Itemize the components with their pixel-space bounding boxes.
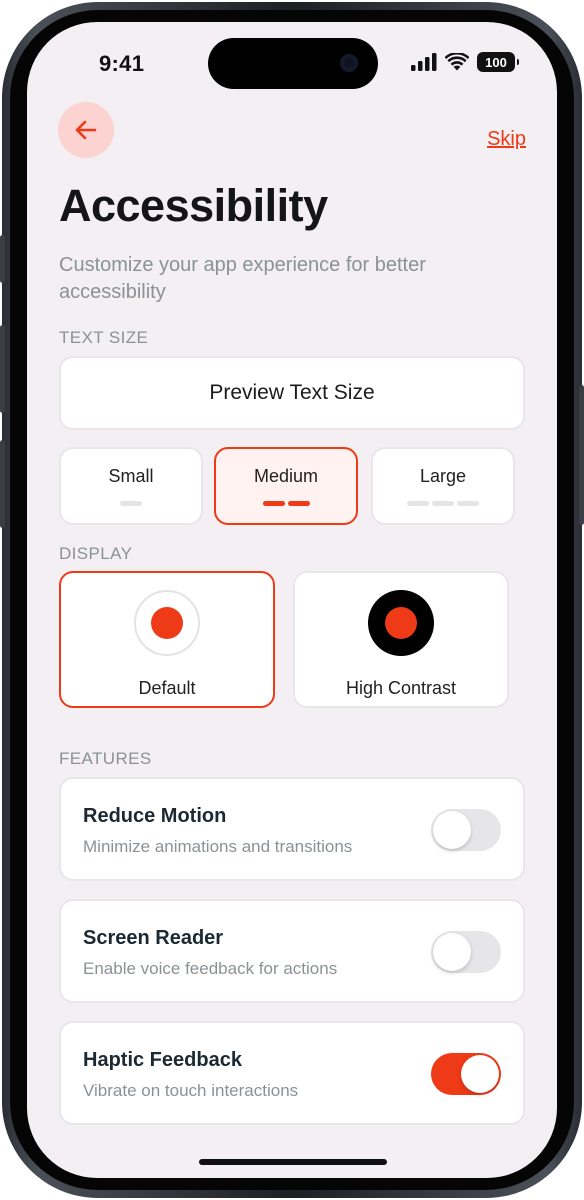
toggle-knob	[433, 933, 471, 971]
status-bar: 9:41 100	[27, 22, 557, 102]
size-indicator	[262, 501, 310, 506]
size-option-label: Medium	[253, 466, 319, 486]
size-indicator-dash	[432, 501, 454, 506]
feature-title: Haptic Feedback	[83, 1049, 242, 1071]
default-theme-icon	[134, 590, 200, 656]
camera-icon	[340, 54, 358, 72]
feature-description: Minimize animations and transitions	[83, 837, 353, 856]
back-button[interactable]	[58, 102, 114, 158]
feature-description: Enable voice feedback for actions	[83, 959, 338, 978]
text-size-section-label: TEXT SIZE	[59, 328, 149, 347]
display-high-contrast-option[interactable]: High Contrast	[293, 571, 509, 708]
size-indicator-dash	[457, 501, 479, 506]
wifi-icon	[445, 53, 469, 71]
features-section-label: FEATURES	[59, 749, 152, 768]
display-option-label: Default	[138, 678, 196, 698]
toggle-knob	[433, 811, 471, 849]
arrow-left-icon	[75, 120, 97, 140]
feature-title: Reduce Motion	[83, 805, 227, 827]
status-time: 9:41	[99, 51, 145, 76]
feature-haptic-feedback: Haptic Feedback Vibrate on touch interac…	[59, 1021, 525, 1125]
size-option-label: Small	[108, 466, 154, 486]
size-indicator	[120, 501, 142, 506]
display-option-label: High Contrast	[345, 678, 457, 698]
toggle-knob	[461, 1055, 499, 1093]
high-contrast-theme-icon	[368, 590, 434, 656]
text-size-small-option[interactable]: Small	[59, 447, 203, 525]
feature-reduce-motion: Reduce Motion Minimize animations and tr…	[59, 777, 525, 881]
size-option-label: Large	[419, 466, 467, 486]
feature-description: Vibrate on touch interactions	[83, 1081, 299, 1100]
action-button	[0, 235, 5, 283]
size-indicator-dash	[262, 501, 285, 506]
page-subtitle: Customize your app experience for better…	[59, 254, 426, 303]
feature-title: Screen Reader	[83, 927, 224, 949]
display-default-option[interactable]: Default	[59, 571, 275, 708]
feature-screen-reader: Screen Reader Enable voice feedback for …	[59, 899, 525, 1003]
size-indicator-dash	[120, 501, 142, 506]
page-title: Accessibility	[59, 180, 328, 231]
cellular-signal-icon	[411, 53, 437, 71]
text-size-large-option[interactable]: Large	[371, 447, 515, 525]
size-indicator-dash	[287, 501, 310, 506]
screen-reader-toggle[interactable]	[431, 931, 501, 973]
text-size-preview: Preview Text Size	[59, 356, 525, 430]
size-indicator	[407, 501, 479, 506]
reduce-motion-toggle[interactable]	[431, 809, 501, 851]
text-size-medium-option[interactable]: Medium	[214, 447, 358, 525]
volume-up-button	[0, 325, 5, 413]
home-indicator[interactable]	[199, 1159, 387, 1165]
app-screen: 9:41 100 Skip Accessibility Customize yo…	[27, 22, 557, 1178]
haptic-feedback-toggle[interactable]	[431, 1053, 501, 1095]
power-button	[579, 385, 584, 525]
display-section-label: DISPLAY	[59, 544, 133, 563]
status-icons: 100	[411, 52, 519, 72]
skip-link[interactable]: Skip	[487, 128, 526, 151]
dynamic-island	[208, 38, 378, 89]
battery-icon: 100	[477, 52, 519, 72]
volume-down-button	[0, 440, 5, 528]
size-indicator-dash	[407, 501, 429, 506]
